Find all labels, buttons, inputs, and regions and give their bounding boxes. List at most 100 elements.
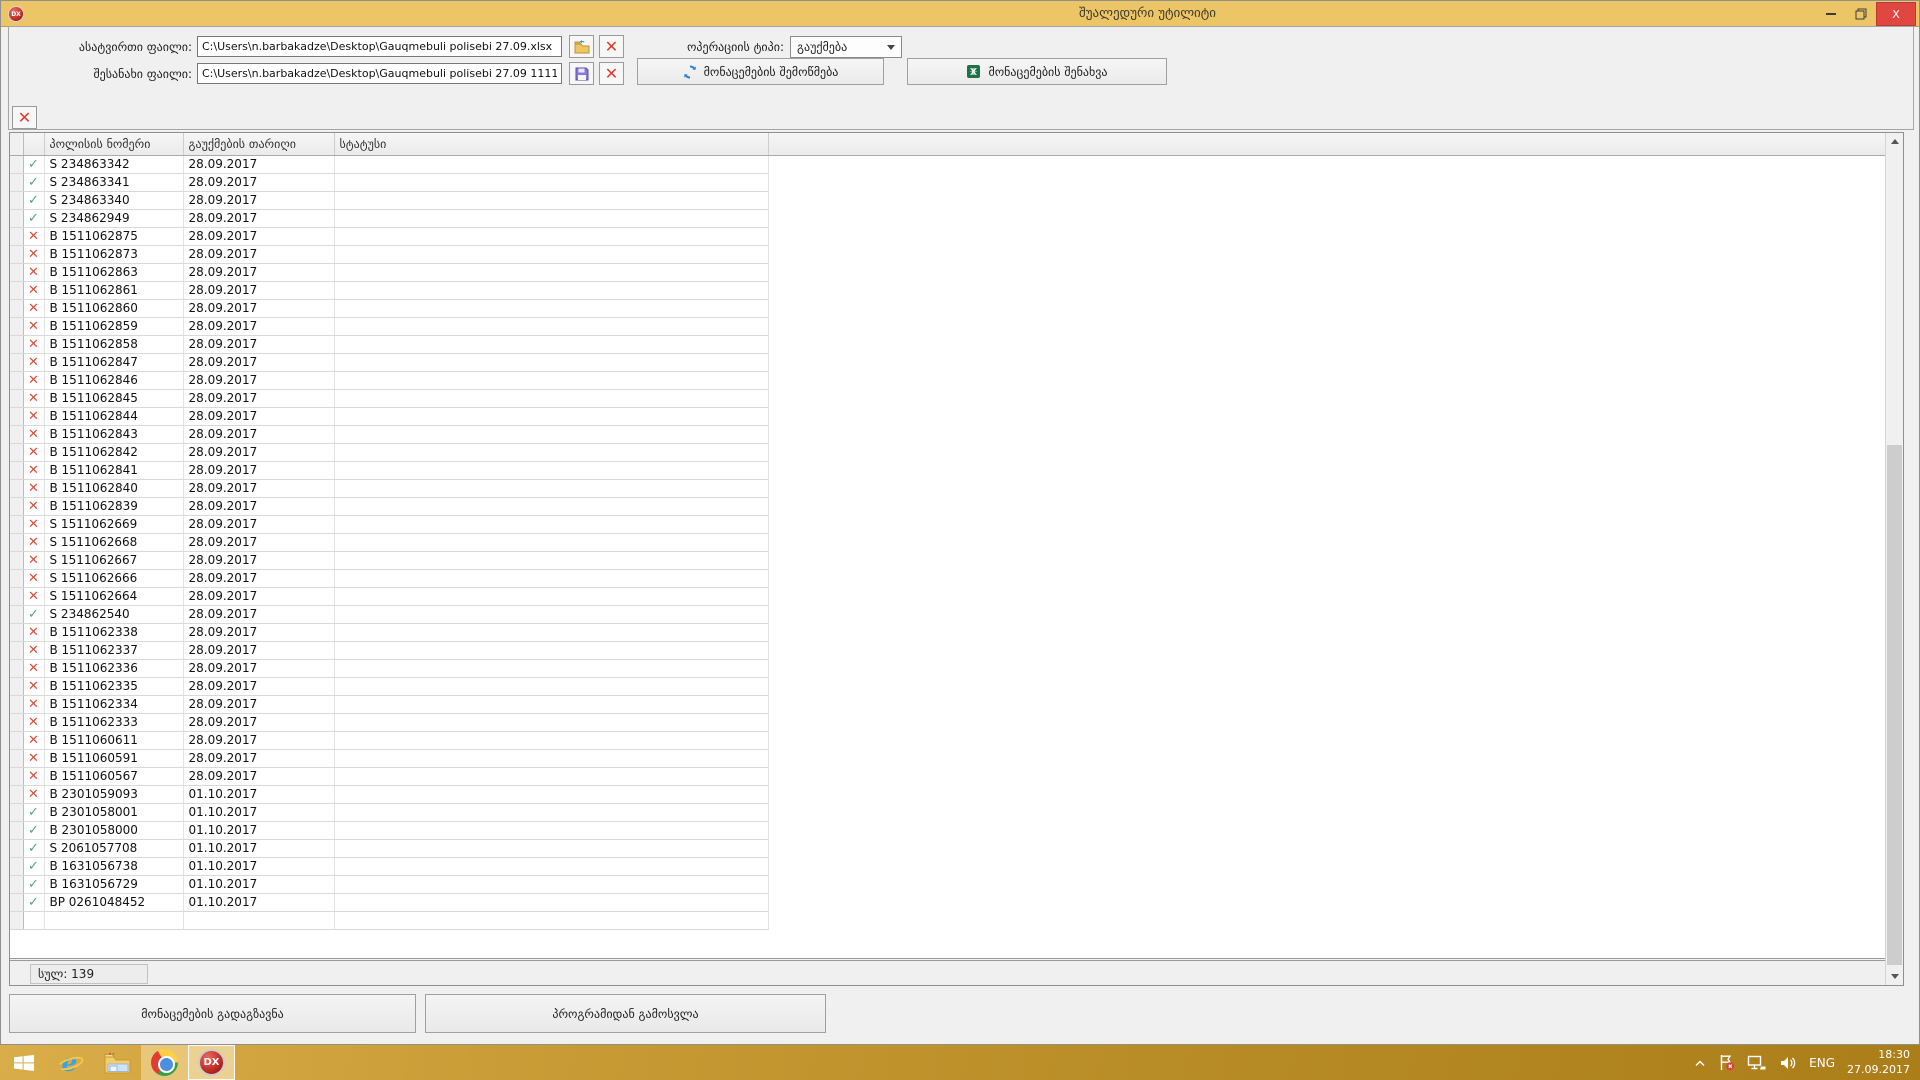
language-indicator[interactable]: ENG <box>1809 1056 1835 1070</box>
target-file-input[interactable] <box>197 63 562 84</box>
scrollbar-thumb[interactable] <box>1887 445 1902 965</box>
table-row[interactable]: ✕B 151106056728.09.2017 <box>10 767 768 785</box>
table-row[interactable]: ✕B 151106284228.09.2017 <box>10 443 768 461</box>
restore-button[interactable] <box>1846 2 1876 26</box>
tray-time: 18:30 <box>1847 1048 1910 1062</box>
table-row[interactable]: ✕B 151106286328.09.2017 <box>10 263 768 281</box>
policy-number-cell: S 234863342 <box>44 155 183 173</box>
table-row[interactable]: ✓S 23486334028.09.2017 <box>10 191 768 209</box>
check-data-button[interactable]: მონაცემების შემოწმება <box>637 58 884 85</box>
table-row[interactable]: ✕B 151106233528.09.2017 <box>10 677 768 695</box>
cancel-date-cell: 28.09.2017 <box>183 209 334 227</box>
table-row[interactable]: ✓B 163105673801.10.2017 <box>10 857 768 875</box>
save-file-button[interactable] <box>569 62 594 85</box>
table-row[interactable]: ✕B 151106285828.09.2017 <box>10 335 768 353</box>
send-data-button[interactable]: მონაცემების გადაგზავნა <box>9 994 416 1033</box>
table-row[interactable]: ✕B 151106233328.09.2017 <box>10 713 768 731</box>
row-indicator <box>10 875 23 893</box>
taskbar-ie-button[interactable]: e <box>47 1045 94 1080</box>
app-window: DX შუალედური უტილიტი X ასატვირთი ფაილი: … <box>0 0 1920 1045</box>
cross-icon: ✕ <box>23 623 44 641</box>
taskbar-explorer-button[interactable] <box>94 1045 141 1080</box>
table-row[interactable]: ✕S 151106266428.09.2017 <box>10 587 768 605</box>
table-row[interactable]: ✓S 23486334128.09.2017 <box>10 173 768 191</box>
policy-number-cell: B 1511062875 <box>44 227 183 245</box>
table-row[interactable]: ✕B 151106233628.09.2017 <box>10 659 768 677</box>
taskbar-dx-app-button[interactable]: DX <box>188 1045 235 1080</box>
status-cell <box>334 677 768 695</box>
table-row[interactable]: ✕S 151106266728.09.2017 <box>10 551 768 569</box>
start-button[interactable] <box>0 1045 47 1080</box>
table-row[interactable]: ✕B 151106284428.09.2017 <box>10 407 768 425</box>
table-row[interactable]: ✕B 151106233828.09.2017 <box>10 623 768 641</box>
table-row[interactable]: ✓B 230105800101.10.2017 <box>10 803 768 821</box>
clear-target-button[interactable]: ✕ <box>599 62 624 85</box>
table-row[interactable]: ✕B 151106283928.09.2017 <box>10 497 768 515</box>
table-row[interactable]: ✕B 230105909301.10.2017 <box>10 785 768 803</box>
minimize-button[interactable] <box>1816 2 1846 26</box>
table-row[interactable]: ✕B 151106059128.09.2017 <box>10 749 768 767</box>
table-row[interactable]: ✕B 151106285928.09.2017 <box>10 317 768 335</box>
app-logo-icon: DX <box>8 6 24 22</box>
table-row[interactable]: ✕S 151106266828.09.2017 <box>10 533 768 551</box>
table-row[interactable]: ✕B 151106287528.09.2017 <box>10 227 768 245</box>
network-icon[interactable] <box>1747 1055 1767 1071</box>
policy-number-cell: S 1511062669 <box>44 515 183 533</box>
status-cell <box>334 713 768 731</box>
table-row[interactable]: ✕B 151106287328.09.2017 <box>10 245 768 263</box>
status-cell <box>334 317 768 335</box>
table-row[interactable]: ✕S 151106266928.09.2017 <box>10 515 768 533</box>
exit-program-button[interactable]: პროგრამიდან გამოსვლა <box>425 994 826 1033</box>
table-row[interactable]: ✓B 230105800001.10.2017 <box>10 821 768 839</box>
table-row[interactable]: ✕B 151106284128.09.2017 <box>10 461 768 479</box>
policy-number-cell: B 1511062842 <box>44 443 183 461</box>
table-row[interactable]: ✕B 151106284528.09.2017 <box>10 389 768 407</box>
cancel-date-cell: 28.09.2017 <box>183 479 334 497</box>
table-row[interactable]: ✕B 151106284328.09.2017 <box>10 425 768 443</box>
row-indicator <box>10 245 23 263</box>
vertical-scrollbar[interactable] <box>1885 133 1903 985</box>
cross-icon: ✕ <box>23 227 44 245</box>
status-cell <box>334 263 768 281</box>
status-cell <box>334 587 768 605</box>
table-row[interactable]: ✓BP 026104845201.10.2017 <box>10 893 768 911</box>
table-row[interactable]: ✓S 23486294928.09.2017 <box>10 209 768 227</box>
status-cell <box>334 497 768 515</box>
table-row[interactable]: ✕B 151106284628.09.2017 <box>10 371 768 389</box>
cancel-date-cell: 01.10.2017 <box>183 893 334 911</box>
table-row[interactable]: ✓S 23486334228.09.2017 <box>10 155 768 173</box>
table-row[interactable]: ✕S 151106266628.09.2017 <box>10 569 768 587</box>
cancel-date-cell: 28.09.2017 <box>183 443 334 461</box>
show-hidden-icons-chevron[interactable] <box>1694 1059 1706 1067</box>
table-row[interactable]: ✕B 151106233428.09.2017 <box>10 695 768 713</box>
volume-icon[interactable] <box>1779 1055 1797 1071</box>
row-indicator <box>10 443 23 461</box>
table-row[interactable]: ✓S 23486254028.09.2017 <box>10 605 768 623</box>
close-button[interactable]: X <box>1876 2 1916 26</box>
action-center-flag-icon[interactable] <box>1718 1054 1735 1071</box>
empty-row <box>10 911 768 929</box>
cross-icon: ✕ <box>23 587 44 605</box>
table-row[interactable]: ✕B 151106284028.09.2017 <box>10 479 768 497</box>
table-row[interactable]: ✕B 151106233728.09.2017 <box>10 641 768 659</box>
status-cell <box>334 425 768 443</box>
policy-number-cell: B 1511062839 <box>44 497 183 515</box>
table-row[interactable]: ✓S 206105770801.10.2017 <box>10 839 768 857</box>
table-row[interactable]: ✕B 151106286128.09.2017 <box>10 281 768 299</box>
row-indicator <box>10 623 23 641</box>
table-row[interactable]: ✕B 151106286028.09.2017 <box>10 299 768 317</box>
table-row[interactable]: ✕B 151106061128.09.2017 <box>10 731 768 749</box>
table-row[interactable]: ✓B 163105672901.10.2017 <box>10 875 768 893</box>
policy-number-header[interactable]: პოლისის ნომერი <box>44 133 183 155</box>
source-file-input[interactable] <box>197 36 562 57</box>
operation-type-select[interactable]: გაუქმება <box>790 36 902 58</box>
table-row[interactable]: ✕B 151106284728.09.2017 <box>10 353 768 371</box>
abort-button[interactable]: ✕ <box>12 106 37 129</box>
tray-clock[interactable]: 18:30 27.09.2017 <box>1847 1048 1910 1077</box>
cancel-date-header[interactable]: გაუქმების თარიღი <box>183 133 334 155</box>
scroll-up-button[interactable] <box>1886 133 1903 150</box>
scroll-down-button[interactable] <box>1886 968 1903 985</box>
status-header[interactable]: სტატუსი <box>334 133 768 155</box>
taskbar-chrome-button[interactable] <box>141 1045 188 1080</box>
save-data-button[interactable]: X მონაცემების შენახვა <box>907 58 1167 85</box>
